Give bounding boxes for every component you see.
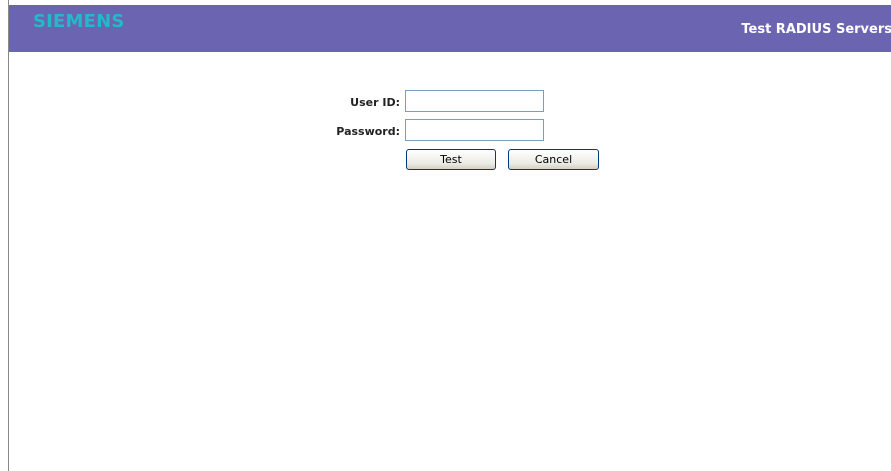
header-bar: SIEMENS Test RADIUS Servers [9, 5, 891, 52]
page-title: Test RADIUS Servers [741, 22, 891, 37]
siemens-logo: SIEMENS [33, 11, 125, 32]
page-frame: SIEMENS Test RADIUS Servers User ID: Pas… [8, 0, 891, 471]
cancel-button[interactable]: Cancel [508, 149, 599, 170]
user-id-label: User ID: [350, 96, 400, 109]
test-button[interactable]: Test [406, 149, 496, 170]
user-id-input[interactable] [405, 90, 544, 112]
password-label: Password: [336, 125, 400, 138]
password-input[interactable] [405, 119, 544, 141]
